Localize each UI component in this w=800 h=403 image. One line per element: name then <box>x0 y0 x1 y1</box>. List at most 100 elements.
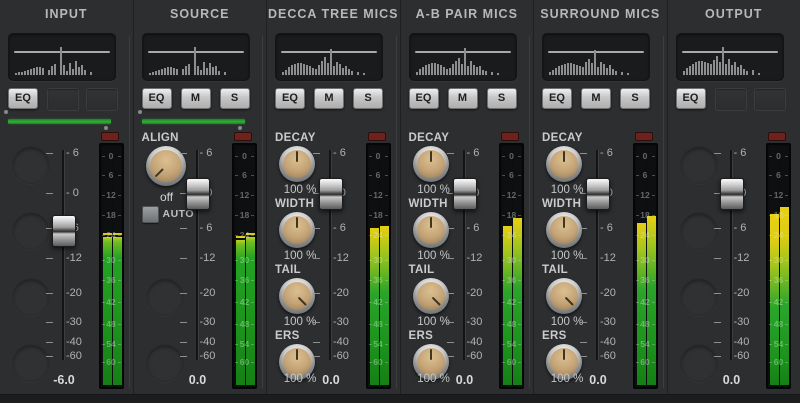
width-value: 100 % <box>407 250 461 262</box>
meter-right-column <box>113 147 122 385</box>
channel-strip-input: INPUT EQ - 6- 0- 6-12-20-30-40-60 -6.0 0… <box>0 0 134 394</box>
mute-button[interactable]: M <box>448 88 478 109</box>
meter-right-column <box>647 147 656 385</box>
clip-led <box>768 132 786 141</box>
spectrum-display <box>142 33 250 81</box>
knob-slot-empty <box>680 146 718 184</box>
mixer-rack: INPUT EQ - 6- 0- 6-12-20-30-40-60 -6.0 0… <box>0 0 800 394</box>
width-knob[interactable] <box>413 212 449 248</box>
fader-handle[interactable] <box>186 178 210 210</box>
spectrum-display <box>542 33 650 81</box>
clip-led <box>501 132 519 141</box>
knob-pointer <box>277 276 317 316</box>
meter-right-fill <box>780 207 789 386</box>
tail-value: 100 % <box>273 316 327 328</box>
mute-button[interactable]: M <box>314 88 344 109</box>
knob-pointer <box>550 348 578 376</box>
eq-button[interactable]: EQ <box>275 88 305 109</box>
spectrum-bars <box>549 39 646 75</box>
spectrum-bars <box>416 39 513 75</box>
clip-led <box>234 132 252 141</box>
spectrum-display <box>409 33 517 81</box>
spectrum-bars <box>282 39 379 75</box>
strip-title: DECCA TREE MICS <box>267 7 400 21</box>
meter-left-column <box>236 147 245 385</box>
tail-knob[interactable] <box>413 278 449 314</box>
pan-slider-dot <box>238 126 242 130</box>
mute-button-slot-empty <box>47 88 79 111</box>
spectrum-display <box>8 33 116 81</box>
fader-handle[interactable] <box>453 178 477 210</box>
decay-label: DECAY <box>409 132 450 144</box>
auto-checkbox[interactable] <box>142 206 159 223</box>
meter-left-fill <box>637 223 646 385</box>
knob-slot-empty <box>12 146 50 184</box>
pan-slider-dot <box>104 126 108 130</box>
tail-knob[interactable] <box>546 278 582 314</box>
ers-label: ERS <box>275 330 300 342</box>
spectrum-display <box>275 33 383 81</box>
align-label: ALIGN <box>142 132 179 144</box>
fader-handle[interactable] <box>52 215 76 247</box>
clip-led <box>368 132 386 141</box>
width-knob[interactable] <box>546 212 582 248</box>
stereo-width-slider[interactable] <box>142 119 245 124</box>
fader-handle[interactable] <box>720 178 744 210</box>
decay-knob[interactable] <box>546 146 582 182</box>
eq-button[interactable]: EQ <box>142 88 172 109</box>
width-knob[interactable] <box>279 212 315 248</box>
fader-value: -6.0 <box>38 373 90 387</box>
decay-label: DECAY <box>542 132 583 144</box>
fader-handle[interactable] <box>586 178 610 210</box>
tail-label: TAIL <box>275 264 301 276</box>
knob-pointer <box>417 150 445 178</box>
eq-button[interactable]: EQ <box>409 88 439 109</box>
knob-slot-empty <box>12 212 50 250</box>
strip-title: SOURCE <box>134 7 267 21</box>
tail-control: TAIL 100 % <box>273 264 327 322</box>
strip-title: OUTPUT <box>668 7 800 21</box>
width-value: 100 % <box>540 250 594 262</box>
knob-pointer <box>417 216 445 244</box>
solo-button[interactable]: S <box>353 88 383 109</box>
tail-value: 100 % <box>407 316 461 328</box>
tail-value: 100 % <box>540 316 594 328</box>
level-meter: 06121824303642485460 <box>232 143 257 389</box>
meter-left-column <box>103 147 112 385</box>
align-knob[interactable] <box>146 146 186 186</box>
mute-button[interactable]: M <box>181 88 211 109</box>
decay-knob[interactable] <box>413 146 449 182</box>
fader-track[interactable] <box>62 150 64 360</box>
knob-slot-empty <box>680 278 718 316</box>
solo-button[interactable]: S <box>487 88 517 109</box>
ers-label: ERS <box>542 330 567 342</box>
width-label: WIDTH <box>275 198 314 210</box>
stereo-width-slider[interactable] <box>8 119 111 124</box>
level-meter: 06121824303642485460 <box>633 143 658 389</box>
pan-slider-dot <box>4 110 8 114</box>
fader-handle[interactable] <box>319 178 343 210</box>
eq-button[interactable]: EQ <box>542 88 572 109</box>
clip-led <box>101 132 119 141</box>
solo-button[interactable]: S <box>220 88 250 109</box>
tail-knob[interactable] <box>279 278 315 314</box>
fader-value: 0.0 <box>172 373 224 387</box>
solo-button[interactable]: S <box>620 88 650 109</box>
eq-button[interactable]: EQ <box>676 88 706 109</box>
clip-led <box>635 132 653 141</box>
meter-right-column <box>780 147 789 385</box>
tail-label: TAIL <box>409 264 435 276</box>
spectrum-bars <box>149 39 246 75</box>
eq-button[interactable]: EQ <box>8 88 38 109</box>
solo-button-slot-empty <box>86 88 118 111</box>
knob-pointer <box>411 276 451 316</box>
knob-slot-empty <box>680 212 718 250</box>
mute-button[interactable]: M <box>581 88 611 109</box>
decay-knob[interactable] <box>279 146 315 182</box>
knob-pointer <box>283 348 311 376</box>
fader-value: 0.0 <box>572 373 624 387</box>
width-value: 100 % <box>273 250 327 262</box>
knob-pointer <box>283 216 311 244</box>
knob-pointer <box>143 143 188 188</box>
meter-left-fill <box>103 237 112 385</box>
